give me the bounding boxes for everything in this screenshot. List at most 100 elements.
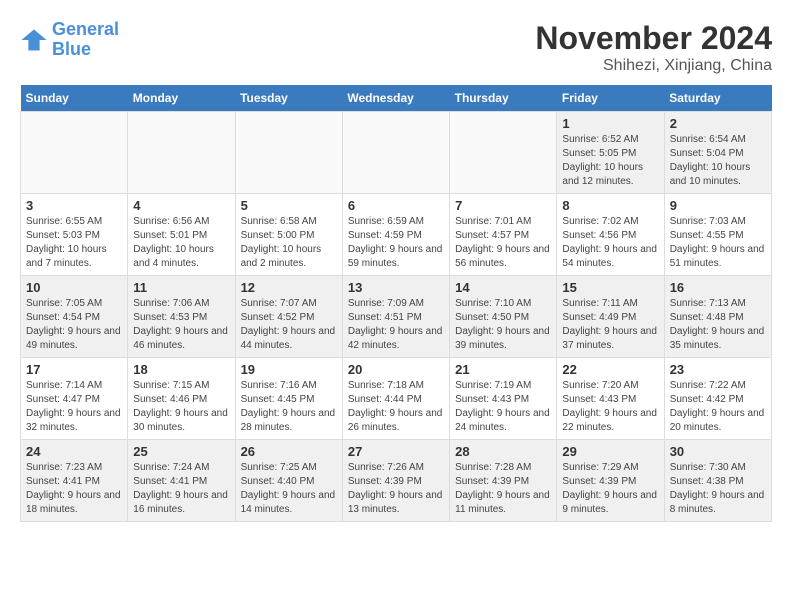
- day-info: Sunrise: 7:19 AMSunset: 4:43 PMDaylight:…: [455, 379, 551, 435]
- day-info: Sunrise: 7:22 AMSunset: 4:42 PMDaylight:…: [670, 379, 766, 435]
- day-info: Sunrise: 7:09 AMSunset: 4:51 PMDaylight:…: [348, 297, 444, 353]
- calendar-day-cell: 27 Sunrise: 7:26 AMSunset: 4:39 PMDayligh…: [342, 440, 449, 522]
- weekday-header: Friday: [557, 85, 664, 112]
- calendar-day-cell: 24Sunrise: 7:23 AMSunset: 4:41 PMDayligh…: [21, 440, 128, 522]
- day-info: Sunrise: 7:29 AMSunset: 4:39 PMDaylight:…: [562, 461, 658, 517]
- calendar-day-cell: [342, 112, 449, 194]
- day-info: Sunrise: 7:25 AMSunset: 4:40 PMDaylight:…: [241, 461, 337, 517]
- weekday-header: Tuesday: [235, 85, 342, 112]
- calendar-day-cell: 22 Sunrise: 7:20 AMSunset: 4:43 PMDayligh…: [557, 358, 664, 440]
- month-title: November 2024: [535, 20, 772, 57]
- day-number: 5: [241, 198, 337, 213]
- day-number: 8: [562, 198, 658, 213]
- day-number: 15: [562, 280, 658, 295]
- location-subtitle: Shihezi, Xinjiang, China: [535, 57, 772, 75]
- day-number: 22: [562, 362, 658, 377]
- day-info: Sunrise: 7:15 AMSunset: 4:46 PMDaylight:…: [133, 379, 229, 435]
- day-info: Sunrise: 7:13 AMSunset: 4:48 PMDaylight:…: [670, 297, 766, 353]
- day-number: 23: [670, 362, 766, 377]
- day-info: Sunrise: 7:16 AMSunset: 4:45 PMDaylight:…: [241, 379, 337, 435]
- title-block: November 2024 Shihezi, Xinjiang, China: [535, 20, 772, 75]
- calendar-day-cell: 28Sunrise: 7:28 AMSunset: 4:39 PMDayligh…: [450, 440, 557, 522]
- day-number: 20: [348, 362, 444, 377]
- day-info: Sunrise: 7:02 AMSunset: 4:56 PMDaylight:…: [562, 215, 658, 271]
- calendar-day-cell: 2 Sunrise: 6:54 AMSunset: 5:04 PMDaylight…: [664, 112, 771, 194]
- day-number: 18: [133, 362, 229, 377]
- calendar-day-cell: 8 Sunrise: 7:02 AMSunset: 4:56 PMDaylight…: [557, 194, 664, 276]
- day-info: Sunrise: 6:59 AMSunset: 4:59 PMDaylight:…: [348, 215, 444, 271]
- day-number: 10: [26, 280, 122, 295]
- calendar-day-cell: [235, 112, 342, 194]
- day-info: Sunrise: 7:26 AMSunset: 4:39 PMDaylight:…: [348, 461, 444, 517]
- day-info: Sunrise: 7:06 AMSunset: 4:53 PMDaylight:…: [133, 297, 229, 353]
- day-info: Sunrise: 6:55 AMSunset: 5:03 PMDaylight:…: [26, 215, 122, 271]
- calendar-week-row: 1Sunrise: 6:52 AMSunset: 5:05 PMDaylight…: [21, 112, 772, 194]
- day-number: 28: [455, 444, 551, 459]
- calendar-week-row: 24Sunrise: 7:23 AMSunset: 4:41 PMDayligh…: [21, 440, 772, 522]
- calendar-day-cell: [450, 112, 557, 194]
- day-number: 2: [670, 116, 766, 131]
- calendar-day-cell: 10Sunrise: 7:05 AMSunset: 4:54 PMDayligh…: [21, 276, 128, 358]
- calendar-day-cell: 26 Sunrise: 7:25 AMSunset: 4:40 PMDayligh…: [235, 440, 342, 522]
- calendar-day-cell: 30Sunrise: 7:30 AMSunset: 4:38 PMDayligh…: [664, 440, 771, 522]
- day-number: 26: [241, 444, 337, 459]
- day-number: 13: [348, 280, 444, 295]
- calendar-day-cell: 18 Sunrise: 7:15 AMSunset: 4:46 PMDayligh…: [128, 358, 235, 440]
- day-info: Sunrise: 7:03 AMSunset: 4:55 PMDaylight:…: [670, 215, 766, 271]
- calendar-day-cell: 14Sunrise: 7:10 AMSunset: 4:50 PMDayligh…: [450, 276, 557, 358]
- day-number: 6: [348, 198, 444, 213]
- day-info: Sunrise: 6:52 AMSunset: 5:05 PMDaylight:…: [562, 133, 658, 189]
- calendar-day-cell: 29 Sunrise: 7:29 AMSunset: 4:39 PMDayligh…: [557, 440, 664, 522]
- logo-line2: Blue: [52, 39, 91, 59]
- calendar-day-cell: [128, 112, 235, 194]
- day-number: 24: [26, 444, 122, 459]
- page-header: General Blue November 2024 Shihezi, Xinj…: [20, 20, 772, 75]
- day-number: 16: [670, 280, 766, 295]
- calendar-table: SundayMondayTuesdayWednesdayThursdayFrid…: [20, 85, 772, 522]
- day-number: 25: [133, 444, 229, 459]
- day-number: 17: [26, 362, 122, 377]
- calendar-day-cell: [21, 112, 128, 194]
- day-number: 7: [455, 198, 551, 213]
- calendar-day-cell: 17 Sunrise: 7:14 AMSunset: 4:47 PMDayligh…: [21, 358, 128, 440]
- weekday-header: Monday: [128, 85, 235, 112]
- calendar-day-cell: 12Sunrise: 7:07 AMSunset: 4:52 PMDayligh…: [235, 276, 342, 358]
- day-info: Sunrise: 6:54 AMSunset: 5:04 PMDaylight:…: [670, 133, 766, 189]
- calendar-day-cell: 1Sunrise: 6:52 AMSunset: 5:05 PMDaylight…: [557, 112, 664, 194]
- day-number: 29: [562, 444, 658, 459]
- day-info: Sunrise: 7:11 AMSunset: 4:49 PMDaylight:…: [562, 297, 658, 353]
- logo-line1: General: [52, 19, 119, 39]
- calendar-day-cell: 15 Sunrise: 7:11 AMSunset: 4:49 PMDayligh…: [557, 276, 664, 358]
- weekday-header: Sunday: [21, 85, 128, 112]
- day-info: Sunrise: 6:56 AMSunset: 5:01 PMDaylight:…: [133, 215, 229, 271]
- day-info: Sunrise: 7:20 AMSunset: 4:43 PMDaylight:…: [562, 379, 658, 435]
- logo-icon: [20, 26, 48, 54]
- day-number: 27: [348, 444, 444, 459]
- calendar-week-row: 10Sunrise: 7:05 AMSunset: 4:54 PMDayligh…: [21, 276, 772, 358]
- calendar-day-cell: 25 Sunrise: 7:24 AMSunset: 4:41 PMDayligh…: [128, 440, 235, 522]
- calendar-day-cell: 7 Sunrise: 7:01 AMSunset: 4:57 PMDaylight…: [450, 194, 557, 276]
- day-info: Sunrise: 6:58 AMSunset: 5:00 PMDaylight:…: [241, 215, 337, 271]
- calendar-day-cell: 13 Sunrise: 7:09 AMSunset: 4:51 PMDayligh…: [342, 276, 449, 358]
- day-info: Sunrise: 7:01 AMSunset: 4:57 PMDaylight:…: [455, 215, 551, 271]
- calendar-week-row: 17 Sunrise: 7:14 AMSunset: 4:47 PMDayligh…: [21, 358, 772, 440]
- day-number: 30: [670, 444, 766, 459]
- weekday-header-row: SundayMondayTuesdayWednesdayThursdayFrid…: [21, 85, 772, 112]
- day-number: 21: [455, 362, 551, 377]
- weekday-header: Thursday: [450, 85, 557, 112]
- calendar-day-cell: 19Sunrise: 7:16 AMSunset: 4:45 PMDayligh…: [235, 358, 342, 440]
- day-info: Sunrise: 7:07 AMSunset: 4:52 PMDaylight:…: [241, 297, 337, 353]
- day-number: 4: [133, 198, 229, 213]
- day-info: Sunrise: 7:24 AMSunset: 4:41 PMDaylight:…: [133, 461, 229, 517]
- day-number: 3: [26, 198, 122, 213]
- day-number: 14: [455, 280, 551, 295]
- weekday-header: Wednesday: [342, 85, 449, 112]
- calendar-day-cell: 11Sunrise: 7:06 AMSunset: 4:53 PMDayligh…: [128, 276, 235, 358]
- weekday-header: Saturday: [664, 85, 771, 112]
- calendar-day-cell: 16 Sunrise: 7:13 AMSunset: 4:48 PMDayligh…: [664, 276, 771, 358]
- calendar-day-cell: 9 Sunrise: 7:03 AMSunset: 4:55 PMDaylight…: [664, 194, 771, 276]
- calendar-day-cell: 4 Sunrise: 6:56 AMSunset: 5:01 PMDaylight…: [128, 194, 235, 276]
- calendar-day-cell: 20Sunrise: 7:18 AMSunset: 4:44 PMDayligh…: [342, 358, 449, 440]
- day-number: 9: [670, 198, 766, 213]
- day-info: Sunrise: 7:14 AMSunset: 4:47 PMDaylight:…: [26, 379, 122, 435]
